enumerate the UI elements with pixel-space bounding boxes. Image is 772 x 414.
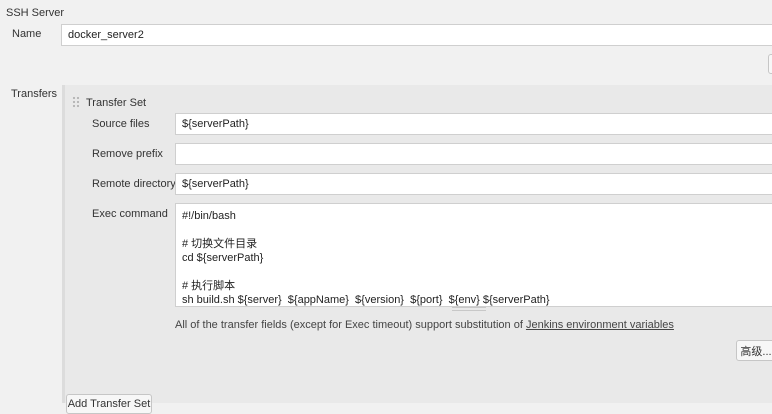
drag-handle-icon[interactable]	[72, 96, 80, 108]
exec-command-line: # 执行脚本	[182, 280, 236, 292]
remote-directory-value: ${serverPath}	[182, 178, 249, 190]
source-files-input[interactable]: ${serverPath}	[175, 113, 772, 135]
delete-server-button[interactable]	[768, 54, 772, 74]
source-files-label: Source files	[92, 118, 150, 130]
help-text: All of the transfer fields (except for E…	[175, 319, 674, 331]
transfer-set-title: Transfer Set	[86, 97, 147, 109]
exec-command-line	[182, 223, 768, 237]
remove-prefix-label: Remove prefix	[92, 148, 163, 160]
section-title: SSH Server	[6, 7, 65, 19]
add-transfer-set-button[interactable]: Add Transfer Set	[66, 394, 152, 414]
exec-command-textarea[interactable]: #!/bin/bash # 切换文件目录 cd ${serverPath} # …	[175, 203, 772, 307]
jenkins-env-vars-link[interactable]: Jenkins environment variables	[526, 319, 674, 331]
exec-command-line: cd ${serverPath}	[182, 252, 264, 264]
exec-command-label: Exec command	[92, 208, 168, 220]
name-label: Name	[12, 28, 42, 40]
remove-prefix-input[interactable]	[175, 143, 772, 165]
name-input[interactable]: docker_server2	[61, 24, 772, 46]
transfers-label: Transfers	[11, 88, 58, 100]
exec-command-line	[182, 265, 768, 279]
name-input-value: docker_server2	[68, 29, 144, 41]
help-text-body: All of the transfer fields (except for E…	[175, 319, 526, 331]
remote-directory-label: Remote directory	[92, 178, 176, 190]
exec-command-line: # 切换文件目录	[182, 238, 258, 250]
remote-directory-input[interactable]: ${serverPath}	[175, 173, 772, 195]
exec-command-line: sh build.sh ${server} ${appName} ${versi…	[182, 294, 550, 306]
advanced-button[interactable]: 高级...	[736, 340, 772, 361]
source-files-value: ${serverPath}	[182, 118, 249, 130]
exec-command-line: #!/bin/bash	[182, 210, 236, 222]
textarea-resize-grip[interactable]	[452, 307, 486, 311]
